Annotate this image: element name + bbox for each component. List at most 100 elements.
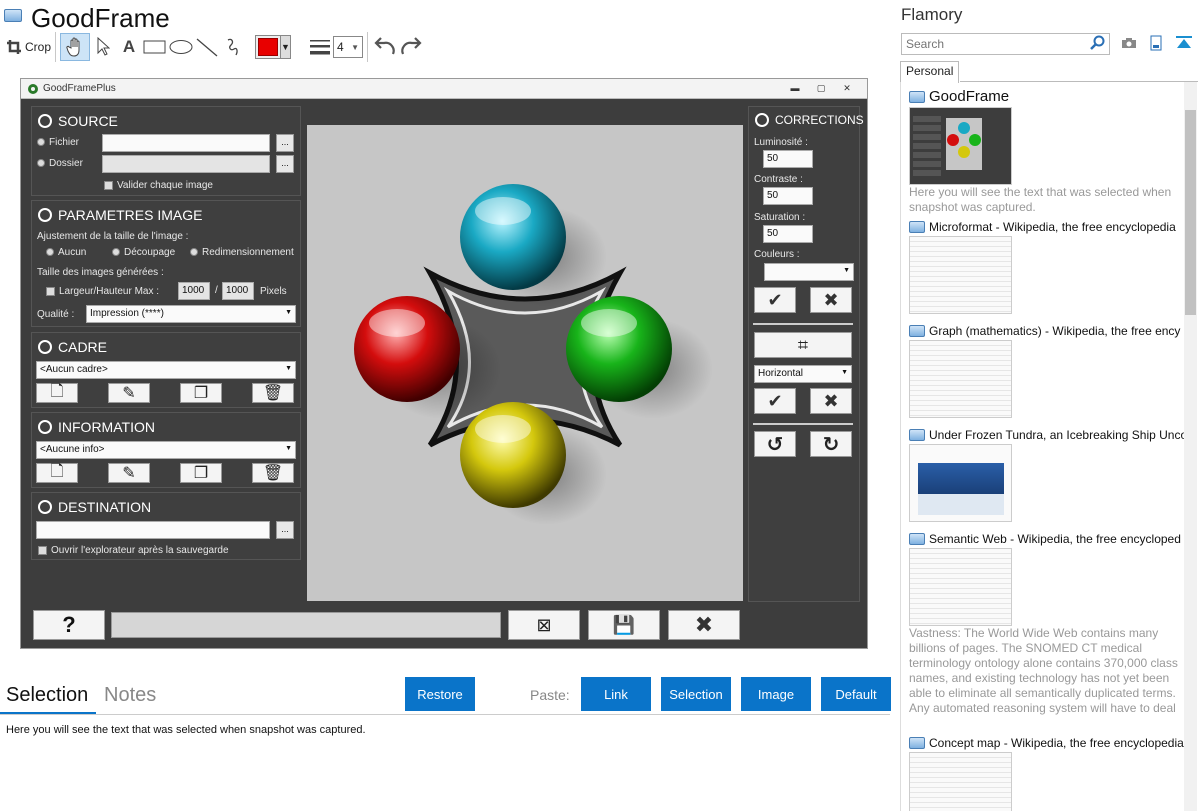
pen-color-picker[interactable]: ▼ xyxy=(255,35,292,59)
snapshot-thumbnail[interactable] xyxy=(909,752,1012,811)
selection-text[interactable]: Here you will see the text that was sele… xyxy=(6,724,366,736)
progress-bar xyxy=(111,612,501,638)
thumbnail-orb xyxy=(969,134,981,146)
wrench-icon xyxy=(38,208,52,222)
tab-selection[interactable]: Selection xyxy=(6,684,88,707)
folder-browse-button: ... xyxy=(276,155,294,173)
document-icon[interactable] xyxy=(1150,35,1162,51)
line-width-icon-wrap xyxy=(307,33,333,61)
snapshot-thumbnail[interactable] xyxy=(909,340,1012,418)
redo-button[interactable] xyxy=(398,33,424,61)
list-item-title-text: Microformat - Wikipedia, the free encycl… xyxy=(929,220,1176,234)
list-item[interactable]: Under Frozen Tundra, an Icebreaking Ship… xyxy=(909,428,1184,522)
line-icon xyxy=(196,38,218,57)
paste-default-button[interactable]: Default xyxy=(821,677,891,711)
snapshot-thumbnail[interactable] xyxy=(909,236,1012,314)
tab-notes[interactable]: Notes xyxy=(104,684,156,707)
line-tool-button[interactable] xyxy=(194,33,220,61)
adjust-label: Ajustement de la taille de l'image : xyxy=(37,231,189,242)
list-item-title-text: Under Frozen Tundra, an Icebreaking Ship… xyxy=(929,428,1184,442)
paste-link-button[interactable]: Link xyxy=(581,677,651,711)
crop-icon xyxy=(7,40,21,54)
ellipse-tool-button[interactable] xyxy=(168,33,194,61)
minimize-icon: ▬ xyxy=(790,83,800,93)
search-icon[interactable] xyxy=(1090,35,1106,51)
quality-select: Impression (****) ▼ xyxy=(86,305,296,323)
list-item-title-text: GoodFrame xyxy=(929,88,1010,105)
open-explorer-label: Ouvrir l'explorateur après la sauvegarde xyxy=(51,545,229,556)
list-item[interactable]: Microformat - Wikipedia, the free encycl… xyxy=(909,220,1184,314)
preview-canvas xyxy=(307,125,743,601)
tab-personal[interactable]: Personal xyxy=(900,61,960,83)
snapshot-image[interactable]: GoodFramePlus ▬ ▢ ✕ SOURCE Fichier ... D… xyxy=(20,78,868,649)
validate-label: Valider chaque image xyxy=(117,180,213,191)
restore-button[interactable]: Restore xyxy=(405,677,475,711)
paste-image-button[interactable]: Image xyxy=(741,677,811,711)
paste-selection-button[interactable]: Selection xyxy=(661,677,731,711)
hand-tool-button[interactable] xyxy=(60,33,91,61)
app-root: GoodFrame Crop A ▼ 4 ▼ GoodFramePlus ▬ ▢… xyxy=(0,0,1198,811)
checkbox-icon xyxy=(104,180,113,190)
list-item[interactable]: GoodFrame Here you will see the text tha… xyxy=(909,88,1184,215)
list-item[interactable]: Concept map - Wikipedia, the free encycl… xyxy=(909,736,1184,811)
snapshot-thumbnail[interactable] xyxy=(909,444,1012,522)
chevron-down-icon: ▼ xyxy=(285,365,292,372)
file-radio: Fichier xyxy=(37,137,79,148)
destination-field xyxy=(36,521,270,539)
pointer-icon xyxy=(97,37,111,56)
info-edit-button: ✎ xyxy=(108,463,150,483)
collapse-top-icon[interactable] xyxy=(1176,36,1192,50)
quality-value: Impression (****) xyxy=(90,308,164,319)
info-copy-button: ❐ xyxy=(180,463,222,483)
snapshot-icon xyxy=(909,325,925,337)
info-delete-button: 🗑 xyxy=(252,463,294,483)
list-item[interactable]: Semantic Web - Wikipedia, the free encyc… xyxy=(909,532,1184,716)
ellipse-icon xyxy=(169,40,193,54)
crop-button[interactable]: Crop xyxy=(6,33,51,61)
rotate-right-icon: ↻ xyxy=(822,433,840,456)
max-height-field: 1000 xyxy=(222,282,254,300)
saturation-field: 50 xyxy=(763,225,813,243)
divider xyxy=(753,323,853,325)
frame-heading-text: CADRE xyxy=(58,339,108,355)
snapshot-thumbnail[interactable] xyxy=(909,548,1012,626)
close-icon: ✖ xyxy=(823,390,839,411)
pen-icon xyxy=(755,113,769,127)
freehand-tool-button[interactable] xyxy=(220,33,246,61)
undo-button[interactable] xyxy=(372,33,398,61)
close-icon: ✕ xyxy=(843,83,851,93)
paste-label: Paste: xyxy=(530,687,570,703)
chevron-down-icon: ▼ xyxy=(841,369,848,376)
text-tool-button[interactable]: A xyxy=(116,33,142,61)
crop-tool-button: ⌗ xyxy=(754,332,852,358)
snapshot-window-title: GoodFramePlus xyxy=(43,83,116,94)
quality-label: Qualité : xyxy=(37,309,75,320)
frame-panel: CADRE <Aucun cadre> ▼ 🗋 ✎ ❐ 🗑 xyxy=(31,332,301,408)
edit-icon: ✎ xyxy=(122,385,136,402)
search-input[interactable] xyxy=(901,33,1110,55)
discard-button: ⊠ xyxy=(508,610,580,640)
camera-icon[interactable] xyxy=(1121,37,1137,49)
maxwh-label: Largeur/Hauteur Max : xyxy=(59,286,160,297)
snapshot-thumbnail[interactable] xyxy=(909,107,1012,185)
corrections-panel: CORRECTIONS Luminosité : 50 Contraste : … xyxy=(748,106,864,602)
chevron-down-icon: ▼ xyxy=(285,309,292,316)
select-tool-button[interactable] xyxy=(90,33,116,61)
rectangle-tool-button[interactable] xyxy=(142,33,168,61)
rectangle-icon xyxy=(143,40,166,54)
destination-panel: DESTINATION ... Ouvrir l'explorateur apr… xyxy=(31,492,301,560)
maxwh-checkbox: Largeur/Hauteur Max : xyxy=(46,286,159,297)
source-panel: SOURCE Fichier ... Dossier ... Valider c… xyxy=(31,106,301,196)
list-item[interactable]: Graph (mathematics) - Wikipedia, the fre… xyxy=(909,324,1184,418)
list-item-title: Graph (mathematics) - Wikipedia, the fre… xyxy=(909,324,1184,338)
line-width-value: 4 xyxy=(337,40,344,54)
frame-delete-button: 🗑 xyxy=(252,383,294,403)
params-heading: PARAMETRES IMAGE xyxy=(38,207,202,223)
line-width-select[interactable]: 4 ▼ xyxy=(333,36,364,58)
sidebar-scroll-thumb[interactable] xyxy=(1185,110,1196,315)
luminosity-field: 50 xyxy=(763,150,813,168)
thumbnail-panels xyxy=(913,116,941,176)
chevron-down-icon: ▼ xyxy=(280,36,291,58)
